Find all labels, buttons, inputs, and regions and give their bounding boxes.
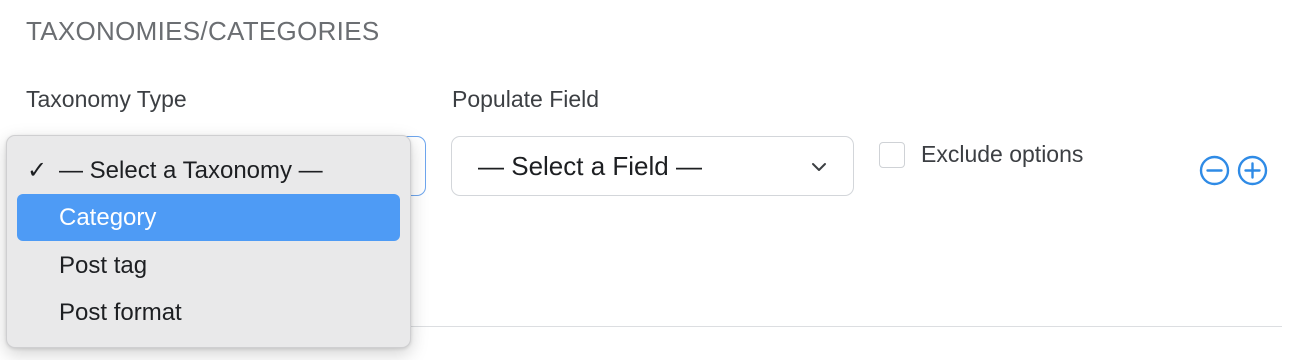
exclude-options-label: Exclude options <box>921 141 1084 167</box>
option-label: — Select a Taxonomy — <box>59 156 323 184</box>
option-label: Post format <box>59 298 182 326</box>
plus-circle-icon[interactable] <box>1237 155 1268 186</box>
option-label: Post tag <box>59 251 148 279</box>
taxonomies-panel: TAXONOMIES/CATEGORIES Taxonomy Type Popu… <box>0 0 1300 360</box>
taxonomy-option-category[interactable]: Category <box>17 194 400 241</box>
section-title: TAXONOMIES/CATEGORIES <box>26 16 380 46</box>
taxonomy-option-post-format[interactable]: Post format <box>17 289 400 336</box>
taxonomy-option-post-tag[interactable]: Post tag <box>17 242 400 289</box>
populate-field-select[interactable]: — Select a Field — <box>451 136 854 196</box>
populate-field-value: — Select a Field — <box>478 150 702 181</box>
chevron-down-icon <box>812 163 826 171</box>
taxonomy-dropdown-menu: ✓ — Select a Taxonomy — Category Post ta… <box>6 135 411 348</box>
exclude-options[interactable]: Exclude options <box>879 141 1083 168</box>
minus-circle-icon[interactable] <box>1199 155 1230 186</box>
taxonomy-type-label: Taxonomy Type <box>26 86 187 112</box>
taxonomy-option-select[interactable]: ✓ — Select a Taxonomy — <box>17 147 400 194</box>
option-label: Category <box>59 203 157 231</box>
checkmark-icon: ✓ <box>27 157 48 184</box>
populate-field-label: Populate Field <box>452 86 600 112</box>
exclude-options-checkbox[interactable] <box>879 141 905 168</box>
section-divider <box>410 326 1282 327</box>
